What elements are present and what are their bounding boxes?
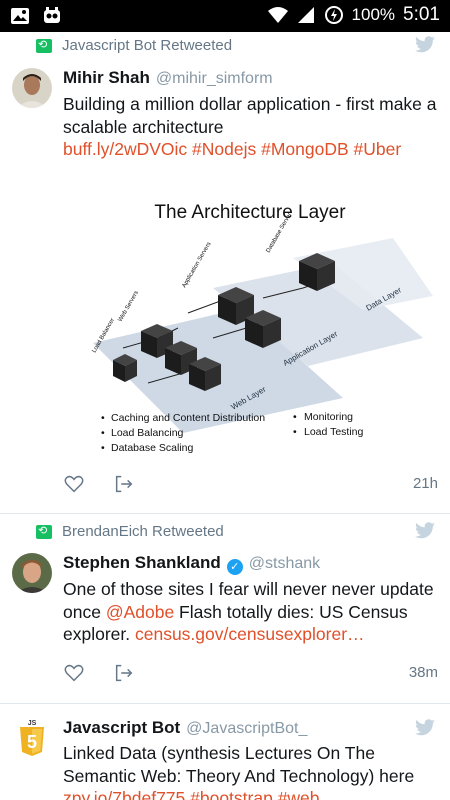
tweet[interactable]: BrendanEich Retweeted Stephen Shankland … (0, 514, 450, 704)
retweet-icon (36, 38, 52, 53)
svg-text:•: • (293, 426, 297, 438)
tweet-actions: 38m (63, 662, 438, 684)
like-heart-icon[interactable] (63, 473, 85, 495)
svg-text:•: • (101, 442, 105, 454)
timestamp[interactable]: 21h (413, 475, 438, 492)
twitter-bird-icon (415, 719, 435, 736)
mention-link[interactable]: @Adobe (106, 602, 174, 622)
tweet-links[interactable]: zpy.io/7bdef775 #bootstrap #web (63, 788, 320, 800)
retweeted-by: Javascript Bot Retweeted (62, 37, 233, 54)
wifi-icon (267, 7, 288, 23)
share-icon[interactable] (113, 473, 135, 495)
avatar[interactable] (12, 553, 52, 593)
svg-text:•: • (293, 411, 297, 423)
svg-text:Load Balancing: Load Balancing (111, 427, 184, 439)
svg-text:Load Testing: Load Testing (304, 426, 364, 438)
clock: 5:01 (403, 4, 440, 25)
retweeted-by: BrendanEich Retweeted (62, 523, 224, 540)
status-bar: 100% 5:01 (0, 0, 450, 32)
battery-level: 100% (351, 5, 396, 24)
tweet-body: Linked Data (synthesis Lectures On The S… (63, 743, 415, 786)
image-icon (11, 8, 29, 24)
media-title: The Architecture Layer (154, 202, 346, 223)
signal-icon (297, 7, 314, 23)
verified-badge-icon: ✓ (226, 559, 243, 575)
tweet[interactable]: JS 5 Javascript Bot @JavascriptBot_ Link… (0, 704, 450, 800)
svg-text:Caching and Content Distributi: Caching and Content Distribution (111, 412, 265, 424)
timestamp[interactable]: 38m (409, 664, 438, 681)
tweet-text: One of those sites I fear will never nev… (63, 578, 438, 646)
like-heart-icon[interactable] (63, 662, 85, 684)
author-handle[interactable]: @mihir_simform (156, 70, 273, 88)
retweet-indicator: Javascript Bot Retweeted (36, 37, 232, 54)
svg-text:5: 5 (27, 732, 37, 752)
author-handle[interactable]: @JavascriptBot_ (186, 720, 307, 738)
author-name[interactable]: Javascript Bot (63, 718, 180, 738)
author-handle[interactable]: @stshank (249, 555, 320, 573)
battery-saver-icon (324, 6, 343, 24)
tweet-media[interactable]: The Architecture Layer Web Layer Applica… (63, 188, 438, 460)
avatar-js-logo-icon[interactable]: JS 5 (12, 718, 52, 758)
author-name[interactable]: Stephen Shankland (63, 553, 221, 573)
author-name[interactable]: Mihir Shah (63, 68, 150, 88)
tweet-body: Building a million dollar application - … (63, 94, 437, 137)
tweet-actions: 21h (63, 473, 438, 495)
svg-text:•: • (101, 412, 105, 424)
avatar[interactable] (12, 68, 52, 108)
tweet[interactable]: Javascript Bot Retweeted Mihir Shah @mih… (0, 32, 450, 514)
share-icon[interactable] (113, 662, 135, 684)
tweet-text: Building a million dollar application - … (63, 93, 438, 161)
tweet-text: Linked Data (synthesis Lectures On The S… (63, 742, 438, 800)
twitter-bird-icon (415, 36, 435, 53)
twitter-bird-icon (415, 522, 435, 539)
svg-text:•: • (101, 427, 105, 439)
svg-text:Database Scaling: Database Scaling (111, 442, 193, 454)
retweet-indicator: BrendanEich Retweeted (36, 523, 224, 540)
svg-text:JS: JS (28, 720, 37, 727)
cast-icon (44, 7, 60, 23)
tweet-links[interactable]: buff.ly/2wDVOic #Nodejs #MongoDB #Uber (63, 139, 401, 159)
svg-text:Monitoring: Monitoring (304, 411, 353, 423)
retweet-icon (36, 524, 52, 539)
tweet-link[interactable]: census.gov/censusexplorer… (135, 624, 365, 644)
